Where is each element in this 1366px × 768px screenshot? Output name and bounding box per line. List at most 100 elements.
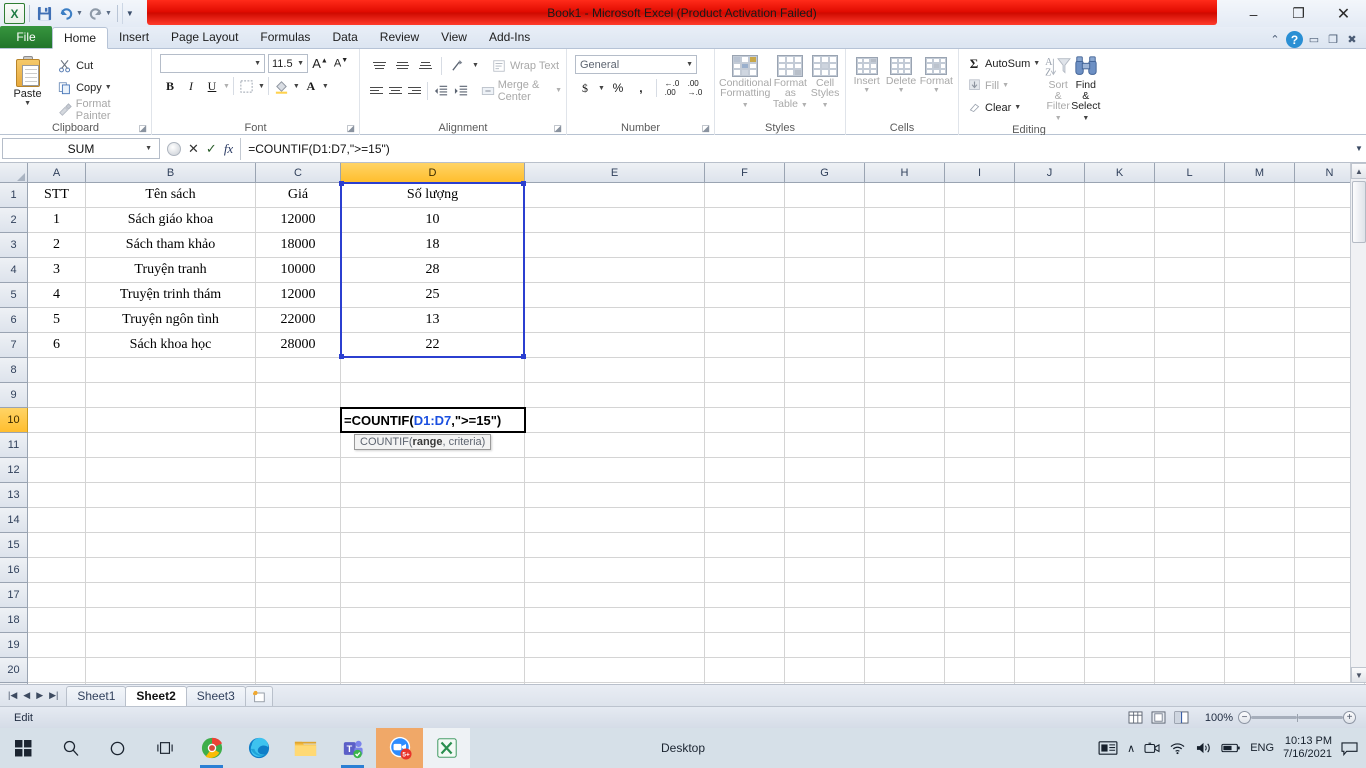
cell-A14[interactable] — [28, 508, 86, 533]
cell-A8[interactable] — [28, 358, 86, 383]
collapse-ribbon-icon[interactable]: ⌃ — [1267, 32, 1283, 48]
cell-H2[interactable] — [865, 208, 945, 233]
cell-B12[interactable] — [86, 458, 256, 483]
cell-B6[interactable]: Truyện ngôn tình — [86, 308, 256, 333]
cell-M6[interactable] — [1225, 308, 1295, 333]
cell-D16[interactable] — [341, 558, 525, 583]
sheet-tab-sheet2[interactable]: Sheet2 — [125, 685, 187, 706]
cell-E4[interactable] — [525, 258, 705, 283]
cell-E5[interactable] — [525, 283, 705, 308]
cell-L13[interactable] — [1155, 483, 1225, 508]
tab-view[interactable]: View — [430, 26, 478, 48]
insert-function-icon[interactable]: fx — [224, 141, 233, 157]
delete-cells-button[interactable]: Delete ▼ — [883, 55, 918, 120]
column-header-I[interactable]: I — [945, 163, 1015, 183]
cell-J10[interactable] — [1015, 408, 1085, 433]
cell-area[interactable]: STT Tên sách Giá Số lượng 1 Sách giáo khoa 120… — [28, 183, 1365, 758]
undo-dropdown-icon[interactable]: ▼ — [76, 10, 83, 17]
cell-I15[interactable] — [945, 533, 1015, 558]
cell-E10[interactable] — [525, 408, 705, 433]
cell-G8[interactable] — [785, 358, 865, 383]
row-header-13[interactable]: 13 — [0, 483, 28, 508]
cell-M1[interactable] — [1225, 183, 1295, 208]
cell-I11[interactable] — [945, 433, 1015, 458]
cell-M19[interactable] — [1225, 633, 1295, 658]
cell-L4[interactable] — [1155, 258, 1225, 283]
tab-review[interactable]: Review — [369, 26, 430, 48]
zoom-slider[interactable]: − + — [1238, 711, 1356, 724]
cell-H6[interactable] — [865, 308, 945, 333]
cell-L14[interactable] — [1155, 508, 1225, 533]
conditional-formatting-dropdown-icon[interactable]: ▼ — [742, 102, 749, 109]
cell-E6[interactable] — [525, 308, 705, 333]
comma-button[interactable]: , — [631, 78, 651, 98]
row-header-17[interactable]: 17 — [0, 583, 28, 608]
cell-G5[interactable] — [785, 283, 865, 308]
font-color-dropdown-icon[interactable]: ▼ — [322, 83, 329, 90]
vertical-scrollbar[interactable]: ▲ ▼ — [1350, 163, 1366, 683]
cell-J6[interactable] — [1015, 308, 1085, 333]
cell-H18[interactable] — [865, 608, 945, 633]
cell-K3[interactable] — [1085, 233, 1155, 258]
cell-L10[interactable] — [1155, 408, 1225, 433]
cell-B16[interactable] — [86, 558, 256, 583]
cell-B7[interactable]: Sách khoa học — [86, 333, 256, 358]
cell-F2[interactable] — [705, 208, 785, 233]
redo-dropdown-icon[interactable]: ▼ — [105, 10, 112, 17]
cell-J16[interactable] — [1015, 558, 1085, 583]
cell-M11[interactable] — [1225, 433, 1295, 458]
cell-L1[interactable] — [1155, 183, 1225, 208]
cell-I6[interactable] — [945, 308, 1015, 333]
cell-K6[interactable] — [1085, 308, 1155, 333]
cell-D4[interactable]: 28 — [341, 258, 525, 283]
row-header-4[interactable]: 4 — [0, 258, 28, 283]
tab-page-layout[interactable]: Page Layout — [160, 26, 249, 48]
cell-D15[interactable] — [341, 533, 525, 558]
sheet-tab-sheet3[interactable]: Sheet3 — [185, 685, 246, 706]
cell-F20[interactable] — [705, 658, 785, 683]
cut-button[interactable]: Cut — [57, 55, 147, 76]
cell-M20[interactable] — [1225, 658, 1295, 683]
cell-B11[interactable] — [86, 433, 256, 458]
row-header-1[interactable]: 1 — [0, 183, 28, 208]
cell-D14[interactable] — [341, 508, 525, 533]
cell-F9[interactable] — [705, 383, 785, 408]
align-bottom-icon[interactable] — [416, 56, 435, 75]
cell-C2[interactable]: 12000 — [256, 208, 341, 233]
cell-E7[interactable] — [525, 333, 705, 358]
cell-E14[interactable] — [525, 508, 705, 533]
cell-C18[interactable] — [256, 608, 341, 633]
cell-A15[interactable] — [28, 533, 86, 558]
cell-M14[interactable] — [1225, 508, 1295, 533]
cell-A11[interactable] — [28, 433, 86, 458]
active-cell-editor[interactable]: =COUNTIF(D1:D7 ,">=15") — [340, 407, 526, 433]
cell-C1[interactable]: Giá — [256, 183, 341, 208]
number-format-select[interactable]: General ▼ — [575, 55, 697, 74]
column-header-J[interactable]: J — [1015, 163, 1085, 183]
sheet-tab-sheet1[interactable]: Sheet1 — [66, 685, 127, 706]
column-header-F[interactable]: F — [705, 163, 785, 183]
clear-button[interactable]: Clear ▼ — [966, 97, 1040, 118]
cell-M13[interactable] — [1225, 483, 1295, 508]
delete-dropdown-icon[interactable]: ▼ — [898, 87, 905, 94]
cell-A13[interactable] — [28, 483, 86, 508]
cell-I4[interactable] — [945, 258, 1015, 283]
cell-F4[interactable] — [705, 258, 785, 283]
cell-E3[interactable] — [525, 233, 705, 258]
cell-M3[interactable] — [1225, 233, 1295, 258]
cell-H14[interactable] — [865, 508, 945, 533]
cell-L16[interactable] — [1155, 558, 1225, 583]
cell-B5[interactable]: Truyện trinh thám — [86, 283, 256, 308]
cell-M10[interactable] — [1225, 408, 1295, 433]
cell-I12[interactable] — [945, 458, 1015, 483]
select-all-corner[interactable] — [0, 163, 28, 183]
font-color-icon[interactable]: A — [301, 76, 321, 96]
cell-F17[interactable] — [705, 583, 785, 608]
cell-L3[interactable] — [1155, 233, 1225, 258]
number-format-dropdown-icon[interactable]: ▼ — [686, 61, 696, 68]
cell-B15[interactable] — [86, 533, 256, 558]
tab-home[interactable]: Home — [52, 27, 109, 49]
tab-formulas[interactable]: Formulas — [249, 26, 321, 48]
cell-J8[interactable] — [1015, 358, 1085, 383]
column-header-L[interactable]: L — [1155, 163, 1225, 183]
